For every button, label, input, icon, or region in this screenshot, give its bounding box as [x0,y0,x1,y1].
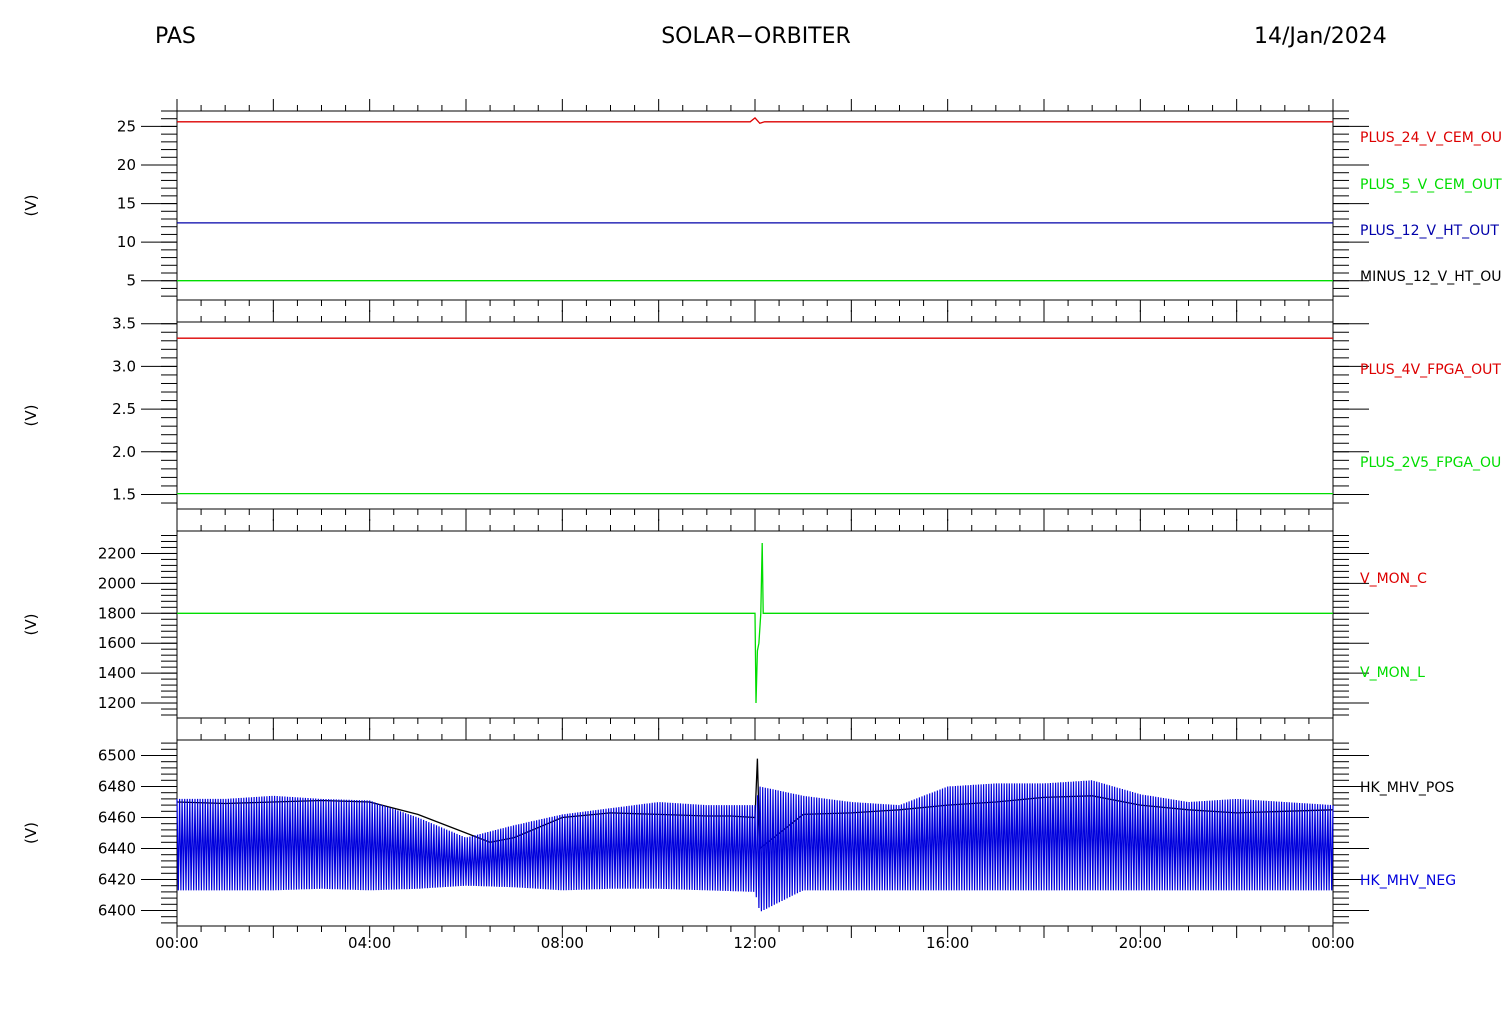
legend-label: V_MON_L [1360,665,1425,681]
legend-label: PLUS_2V5_FPGA_OU [1360,455,1501,471]
x-tick-label: 16:00 [926,934,969,952]
y-tick-label: 25 [117,117,136,135]
y-tick-label: 1400 [98,664,136,682]
y-tick-label: 3.5 [112,315,136,333]
y-tick-label: 6440 [98,840,136,858]
y-tick-label: 2.0 [112,443,136,461]
y-tick-label: 2200 [98,544,136,562]
y-tick-label: 1200 [98,694,136,712]
y-axis-label: (V) [22,822,40,844]
series-PLUS_24_V_CEM_OU [177,117,1333,125]
legend-label: PLUS_4V_FPGA_OUT [1360,362,1501,378]
legend-label: V_MON_C [1360,571,1427,587]
x-tick-label: 08:00 [541,934,584,952]
y-tick-label: 1600 [98,634,136,652]
y-tick-label: 1.5 [112,485,136,503]
x-tick-label: 20:00 [1119,934,1162,952]
y-tick-label: 10 [117,233,136,251]
y-tick-label: 15 [117,195,136,213]
panel-2-frame [176,321,1334,510]
y-tick-label: 3.0 [112,357,136,375]
x-tick-label: 00:00 [155,934,198,952]
legend-label: HK_MHV_POS [1360,780,1454,796]
y-tick-label: 6480 [98,778,136,796]
x-tick-label: 04:00 [348,934,391,952]
legend-label: MINUS_12_V_HT_OU [1360,269,1502,285]
series-V_MON_L [177,542,1333,704]
y-axis-label: (V) [22,405,40,427]
y-tick-label: 5 [126,272,136,290]
y-tick-label: 6460 [98,809,136,827]
y-tick-label: 20 [117,156,136,174]
y-axis-label: (V) [22,614,40,636]
legend-label: PLUS_12_V_HT_OUT [1360,223,1499,239]
y-tick-label: 1800 [98,604,136,622]
x-tick-label: 12:00 [733,934,776,952]
legend-label: HK_MHV_NEG [1360,873,1456,889]
legend-label: PLUS_24_V_CEM_OU [1360,130,1502,146]
x-tick-label: 00:00 [1311,934,1354,952]
stacked-chart: 5 10 15 20 25 (V) PLUS_24_V_CEM_OU PLUS_5_V_CEM… [22,99,1502,952]
y-tick-label: 6400 [98,902,136,920]
y-tick-label: 6500 [98,747,136,765]
y-axis-label: (V) [22,195,40,217]
y-tick-label: 6420 [98,871,136,889]
series-HK_MHV_NEG [176,780,1334,912]
y-tick-label: 2.5 [112,400,136,418]
panel-1-frame [176,110,1334,301]
legend-label: PLUS_5_V_CEM_OUT [1360,177,1502,193]
y-tick-label: 2000 [98,574,136,592]
